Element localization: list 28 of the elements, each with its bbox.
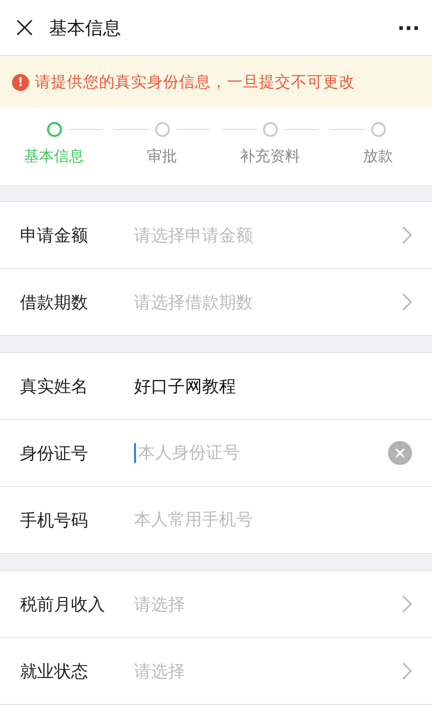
step-label: 放款: [363, 147, 393, 166]
more-icon[interactable]: ···: [397, 16, 420, 40]
step-label: 审批: [147, 147, 177, 166]
field-label: 税前月收入: [20, 594, 106, 616]
input-field[interactable]: 本人身份证号: [134, 443, 388, 463]
chevron-icon: [402, 595, 412, 613]
input-field[interactable]: 好口子网教程: [134, 376, 412, 396]
input-field[interactable]: 本人常用手机号: [134, 510, 412, 530]
select-field[interactable]: 请选择: [134, 660, 402, 682]
chevron-icon: [402, 226, 412, 244]
clear-icon[interactable]: [388, 441, 412, 465]
step-label: 补充资料: [240, 147, 300, 166]
field-label: 申请金额: [20, 224, 89, 246]
field-label: 借款期数: [20, 292, 89, 314]
step-label: 基本信息: [24, 147, 84, 166]
field-label: 身份证号: [20, 442, 89, 464]
field-label: 真实姓名: [20, 376, 89, 398]
field-label: 就业状态: [20, 660, 89, 682]
page-title: 基本信息: [49, 16, 122, 40]
chevron-icon: [402, 293, 412, 311]
notice-text: 请提供您的真实身份信息，一旦提交不可更改: [35, 72, 355, 92]
select-field[interactable]: 请选择申请金额: [134, 224, 402, 246]
warning-icon: !: [12, 74, 29, 90]
chevron-icon: [402, 662, 412, 680]
select-field[interactable]: 请选择借款期数: [134, 290, 402, 314]
close-icon[interactable]: ×: [12, 12, 38, 42]
select-field[interactable]: 请选择: [134, 592, 402, 616]
field-label: 手机号码: [20, 510, 89, 532]
